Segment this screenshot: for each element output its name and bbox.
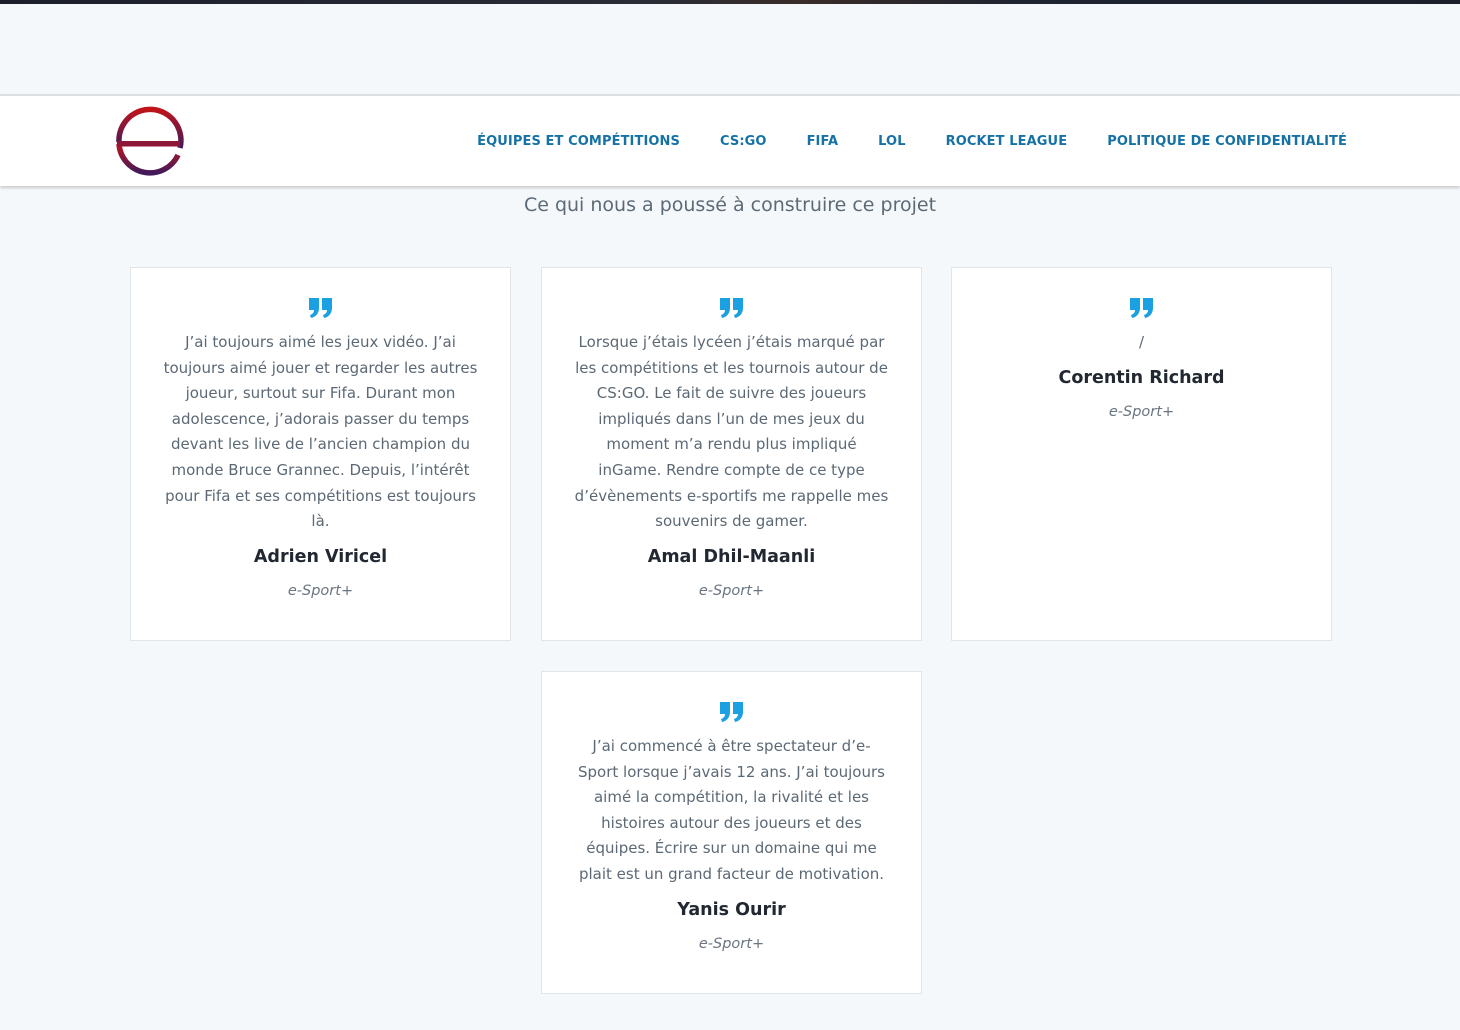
quote-icon (1129, 298, 1153, 318)
quote-icon (719, 702, 743, 722)
quote-icon (719, 298, 743, 318)
testimonial-role: e-Sport+ (698, 935, 765, 952)
site-header: ÉQUIPES ET COMPÉTITIONS CS:GO FIFA LOL R… (0, 94, 1460, 186)
quote-icon (308, 298, 332, 318)
testimonial-quote: Lorsque j’étais lycéen j’étais marqué pa… (574, 333, 889, 531)
testimonial-author: Yanis Ourir (677, 899, 786, 920)
nav-item-fifa[interactable]: FIFA (807, 134, 839, 149)
main-nav: ÉQUIPES ET COMPÉTITIONS CS:GO FIFA LOL R… (477, 96, 1347, 186)
testimonial-role: e-Sport+ (287, 582, 354, 599)
testimonial-role: e-Sport+ (698, 582, 765, 599)
testimonial-quote: J’ai toujours aimé les jeux vidéo. J’ai … (163, 333, 478, 531)
esport-plus-logo[interactable] (112, 104, 188, 180)
section-title: Ce qui nous a poussé à construire ce pro… (523, 194, 937, 216)
testimonial-quote: J’ai commencé à être spectateur d’e-Spor… (578, 737, 885, 883)
testimonial-card: / Corentin Richard e-Sport+ (951, 267, 1332, 641)
testimonial-card: J’ai commencé à être spectateur d’e-Spor… (541, 671, 922, 994)
testimonial-author: Corentin Richard (1058, 367, 1225, 388)
testimonial-role: e-Sport+ (1108, 403, 1175, 420)
nav-item-politique-confidentialite[interactable]: POLITIQUE DE CONFIDENTIALITÉ (1107, 134, 1347, 149)
nav-item-equipes-competitions[interactable]: ÉQUIPES ET COMPÉTITIONS (477, 134, 680, 149)
hero-image-strip (0, 0, 1460, 4)
testimonial-quote: / (1138, 333, 1145, 351)
testimonial-author: Adrien Viricel (253, 546, 388, 567)
testimonial-card: J’ai toujours aimé les jeux vidéo. J’ai … (130, 267, 511, 641)
nav-item-csgo[interactable]: CS:GO (720, 134, 767, 149)
testimonial-author: Amal Dhil-Maanli (647, 546, 816, 567)
nav-item-lol[interactable]: LOL (878, 134, 905, 149)
testimonial-card: Lorsque j’étais lycéen j’étais marqué pa… (541, 267, 922, 641)
nav-item-rocket-league[interactable]: ROCKET LEAGUE (946, 134, 1068, 149)
